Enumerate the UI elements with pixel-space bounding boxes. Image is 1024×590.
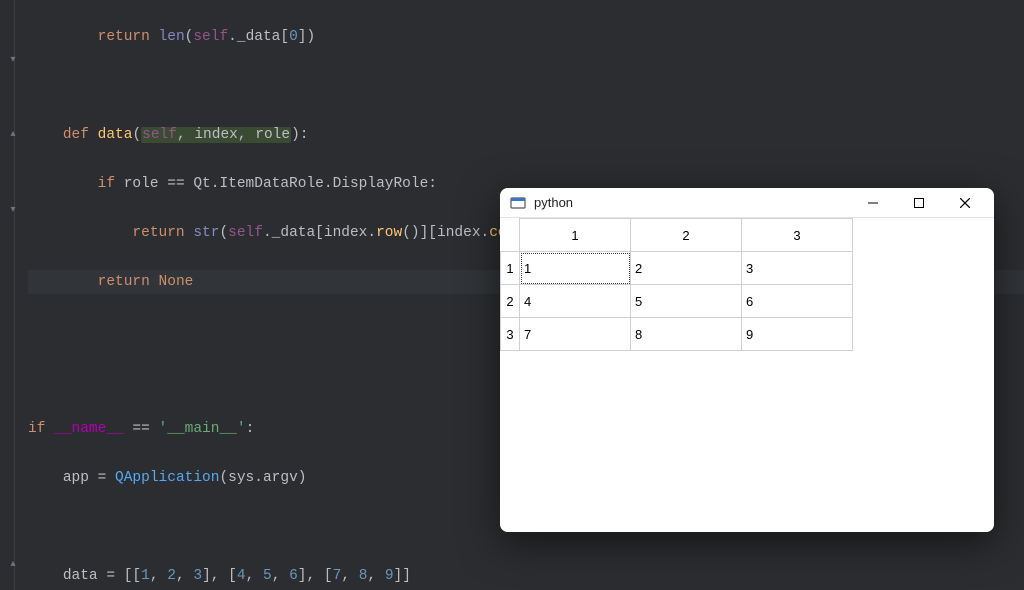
column-header[interactable]: 1 xyxy=(520,219,631,252)
table-cell[interactable]: 1 xyxy=(520,252,631,285)
table-corner[interactable] xyxy=(501,219,520,252)
column-header[interactable]: 3 xyxy=(742,219,853,252)
maximize-button[interactable] xyxy=(896,188,942,218)
table-cell[interactable]: 2 xyxy=(631,252,742,285)
table-cell[interactable]: 7 xyxy=(520,318,631,351)
python-app-window[interactable]: python 1 2 3 1 1 xyxy=(500,188,994,532)
table-cell[interactable]: 9 xyxy=(742,318,853,351)
titlebar[interactable]: python xyxy=(500,188,994,218)
table-cell[interactable]: 8 xyxy=(631,318,742,351)
fold-icon[interactable]: ▾ xyxy=(7,54,19,68)
table-view[interactable]: 1 2 3 1 1 2 3 2 4 5 6 xyxy=(500,218,994,532)
table-cell[interactable]: 3 xyxy=(742,252,853,285)
window-title: python xyxy=(534,195,573,210)
builtin-len: len xyxy=(159,29,185,45)
keyword-none: None xyxy=(159,274,194,290)
method-name: data xyxy=(98,127,133,143)
row-header[interactable]: 3 xyxy=(501,318,520,351)
row-header[interactable]: 2 xyxy=(501,285,520,318)
keyword-return: return xyxy=(98,29,150,45)
self-ref: self xyxy=(193,29,228,45)
fold-icon[interactable]: ▴ xyxy=(7,558,19,572)
data-table[interactable]: 1 2 3 1 1 2 3 2 4 5 6 xyxy=(500,218,853,351)
table-cell[interactable]: 5 xyxy=(631,285,742,318)
gutter: ▾ ▴ ▾ ▴ xyxy=(0,0,28,590)
close-button[interactable] xyxy=(942,188,988,218)
table-cell[interactable]: 6 xyxy=(742,285,853,318)
fold-icon[interactable]: ▴ xyxy=(7,128,19,142)
table-row[interactable]: 1 1 2 3 xyxy=(501,252,853,285)
table-row[interactable]: 2 4 5 6 xyxy=(501,285,853,318)
dunder-name: __name__ xyxy=(54,421,124,437)
minimize-button[interactable] xyxy=(850,188,896,218)
column-header[interactable]: 2 xyxy=(631,219,742,252)
keyword-def: def xyxy=(63,127,89,143)
table-cell[interactable]: 4 xyxy=(520,285,631,318)
app-icon xyxy=(510,195,526,211)
keyword-if: if xyxy=(98,176,115,192)
fold-icon[interactable]: ▾ xyxy=(7,204,19,218)
table-row[interactable]: 3 7 8 9 xyxy=(501,318,853,351)
row-header[interactable]: 1 xyxy=(501,252,520,285)
